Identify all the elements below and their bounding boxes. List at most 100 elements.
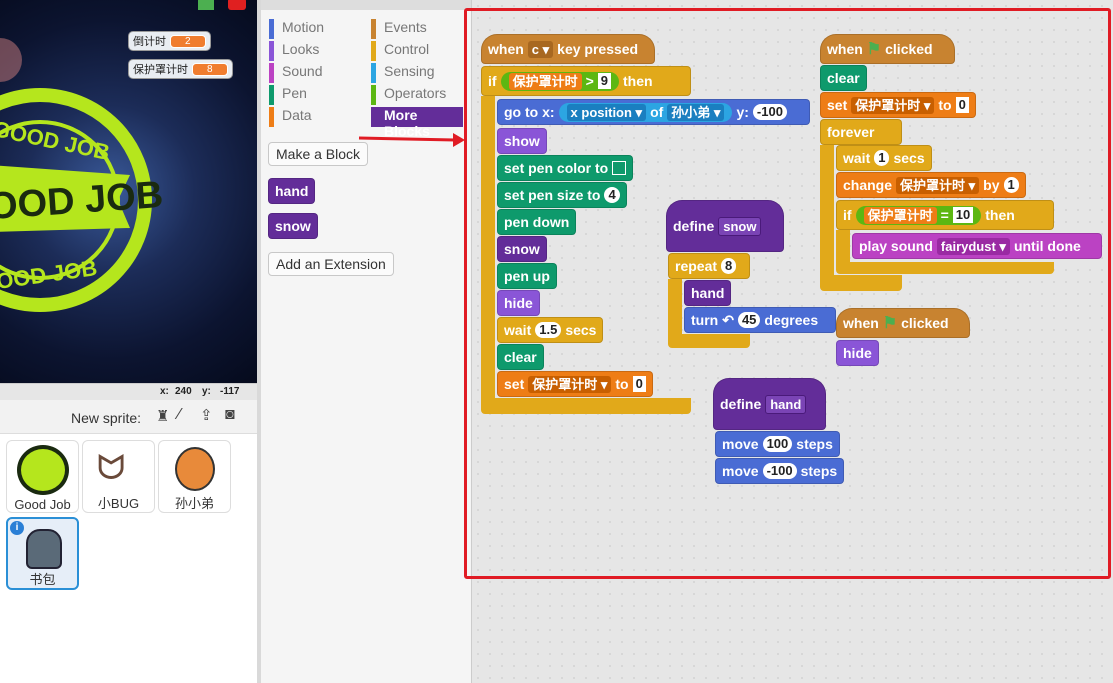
greater-than-operator[interactable]: 保护罩计时 > 9 [500, 71, 619, 91]
value-input[interactable]: 0 [632, 376, 646, 392]
palette-block-snow[interactable]: snow [268, 213, 318, 239]
set-variable-block[interactable]: set 保护罩计时 ▾ to 0 [497, 371, 653, 397]
when-flag-clicked-block[interactable]: when ⚑ clicked [836, 308, 970, 338]
number-input[interactable]: 9 [597, 73, 611, 89]
set-pen-color-block[interactable]: set pen color to [497, 155, 634, 181]
palette-block-hand[interactable]: hand [268, 178, 316, 204]
sprite-tile-monkey[interactable]: 孙小弟 [158, 440, 231, 513]
pen-down-block[interactable]: pen down [497, 209, 577, 235]
rotate-left-icon: ↶ [722, 311, 734, 328]
attribute-dropdown[interactable]: x position ▾ [566, 103, 647, 121]
category-sound[interactable]: Sound [269, 63, 322, 83]
category-data[interactable]: Data [269, 107, 312, 127]
block-text: go to x: [504, 104, 555, 120]
wait-block[interactable]: wait 1.5 secs [497, 317, 604, 343]
set-pen-size-block[interactable]: set pen size to 4 [497, 182, 627, 208]
variable-dropdown[interactable]: 保护罩计时 ▾ [851, 96, 935, 114]
sprite-library-icon[interactable]: ♜ [156, 407, 169, 425]
hide-block[interactable]: hide [497, 290, 540, 316]
block-name: hand [765, 394, 807, 414]
pen-up-block[interactable]: pen up [497, 263, 557, 289]
if-then-block[interactable]: if 保护罩计时 = 10 then [836, 200, 1054, 230]
category-more-blocks[interactable]: More Blocks [371, 107, 463, 139]
sprite-panel-header: New sprite: ♜ ⁄ ⇪ ◙ [0, 400, 257, 434]
when-key-pressed-block[interactable]: when c ▾ key pressed [481, 34, 655, 64]
forever-block[interactable]: forever [820, 119, 902, 145]
stage[interactable]: GOOD JOB OOD JOB OOD JOB 倒计时 2 保护罩计时 8 [0, 0, 257, 383]
set-variable-block[interactable]: set 保护罩计时 ▾ to 0 [820, 92, 976, 118]
block-text: then [623, 73, 653, 89]
if-then-block[interactable]: if 保护罩计时 > 9 then [481, 66, 691, 96]
variable-monitor-shield-timer[interactable]: 保护罩计时 8 [128, 59, 233, 79]
key-dropdown[interactable]: c ▾ [527, 40, 554, 58]
block-text: repeat [675, 258, 718, 274]
make-a-block-button[interactable]: Make a Block [268, 142, 369, 166]
value-input[interactable]: 0 [955, 97, 969, 113]
info-icon[interactable]: i [10, 521, 24, 535]
hand-call-block[interactable]: hand [684, 280, 732, 306]
variable-reporter[interactable]: 保护罩计时 [508, 72, 582, 90]
sprite-panel: New sprite: ♜ ⁄ ⇪ ◙ Good Job ᗢ 小BUG 孙小弟 … [0, 400, 257, 683]
variable-dropdown[interactable]: 保护罩计时 ▾ [896, 176, 980, 194]
number-input[interactable]: 10 [952, 207, 974, 223]
block-text: y: [736, 104, 749, 120]
category-sensing[interactable]: Sensing [371, 63, 435, 83]
degrees-input[interactable]: 45 [737, 312, 761, 328]
clear-block[interactable]: clear [820, 65, 867, 91]
y-input[interactable]: -100 [752, 104, 787, 120]
change-variable-block[interactable]: change 保护罩计时 ▾ by 1 [836, 172, 1026, 198]
block-text: change [843, 177, 893, 193]
wait-input[interactable]: 1 [874, 150, 890, 166]
stop-icon[interactable] [228, 0, 246, 10]
category-control[interactable]: Control [371, 41, 429, 61]
category-events[interactable]: Events [371, 19, 427, 39]
category-pen[interactable]: Pen [269, 85, 307, 105]
color-swatch[interactable] [612, 161, 627, 175]
block-text: secs [565, 322, 597, 338]
category-looks[interactable]: Looks [269, 41, 319, 61]
equals-operator[interactable]: 保护罩计时 = 10 [855, 205, 982, 225]
monkey-icon [175, 447, 215, 491]
variable-monitor-countdown[interactable]: 倒计时 2 [128, 31, 211, 51]
go-to-xy-block[interactable]: go to x: x position ▾ of 孙小弟 ▾ y: -100 [497, 99, 810, 125]
move-block-2[interactable]: move -100 steps [715, 458, 845, 484]
add-extension-button[interactable]: Add an Extension [268, 252, 394, 276]
clear-block[interactable]: clear [497, 344, 544, 370]
sprite-dropdown[interactable]: 孙小弟 ▾ [667, 103, 725, 121]
repeat-block[interactable]: repeat 8 [668, 253, 750, 279]
paint-brush-icon[interactable]: ⁄ [178, 406, 181, 424]
category-motion[interactable]: Motion [269, 19, 324, 39]
steps-input[interactable]: -100 [762, 463, 797, 479]
x-position-of-sensor[interactable]: x position ▾ of 孙小弟 ▾ [558, 102, 733, 122]
block-text: if [488, 73, 497, 89]
sprite-tile-backpack-selected[interactable]: i 书包 [6, 517, 79, 590]
pen-size-input[interactable]: 4 [604, 187, 620, 203]
sprite-tile-bug[interactable]: ᗢ 小BUG [82, 440, 155, 513]
wait-input[interactable]: 1.5 [535, 322, 562, 338]
y-label: y: [202, 386, 211, 397]
wait-block[interactable]: wait 1 secs [836, 145, 932, 171]
variable-reporter[interactable]: 保护罩计时 [863, 206, 937, 224]
sound-dropdown[interactable]: fairydust ▾ [936, 237, 1010, 255]
change-input[interactable]: 1 [1003, 177, 1019, 193]
green-flag-icon[interactable] [198, 0, 214, 10]
key-value: c [531, 41, 540, 57]
show-block[interactable]: show [497, 128, 547, 154]
when-flag-clicked-block[interactable]: when ⚑ clicked [820, 34, 955, 64]
category-operators[interactable]: Operators [371, 85, 446, 105]
snow-call-block[interactable]: snow [497, 236, 547, 262]
variable-dropdown[interactable]: 保护罩计时 ▾ [528, 375, 612, 393]
define-snow-block[interactable]: define snow [666, 200, 784, 252]
camera-icon[interactable]: ◙ [225, 406, 235, 424]
steps-input[interactable]: 100 [762, 436, 793, 452]
repeat-input[interactable]: 8 [721, 258, 737, 274]
monitor-value: 8 [192, 62, 228, 76]
define-hand-block[interactable]: define hand [713, 378, 826, 430]
sprite-tile-good-job[interactable]: Good Job [6, 440, 79, 513]
hide-block[interactable]: hide [836, 340, 879, 366]
turn-block[interactable]: turn ↶ 45 degrees [684, 307, 836, 333]
upload-icon[interactable]: ⇪ [200, 406, 213, 424]
move-block-1[interactable]: move 100 steps [715, 431, 840, 457]
block-text: then [985, 207, 1015, 223]
play-sound-until-done-block[interactable]: play sound fairydust ▾ until done [852, 233, 1102, 259]
